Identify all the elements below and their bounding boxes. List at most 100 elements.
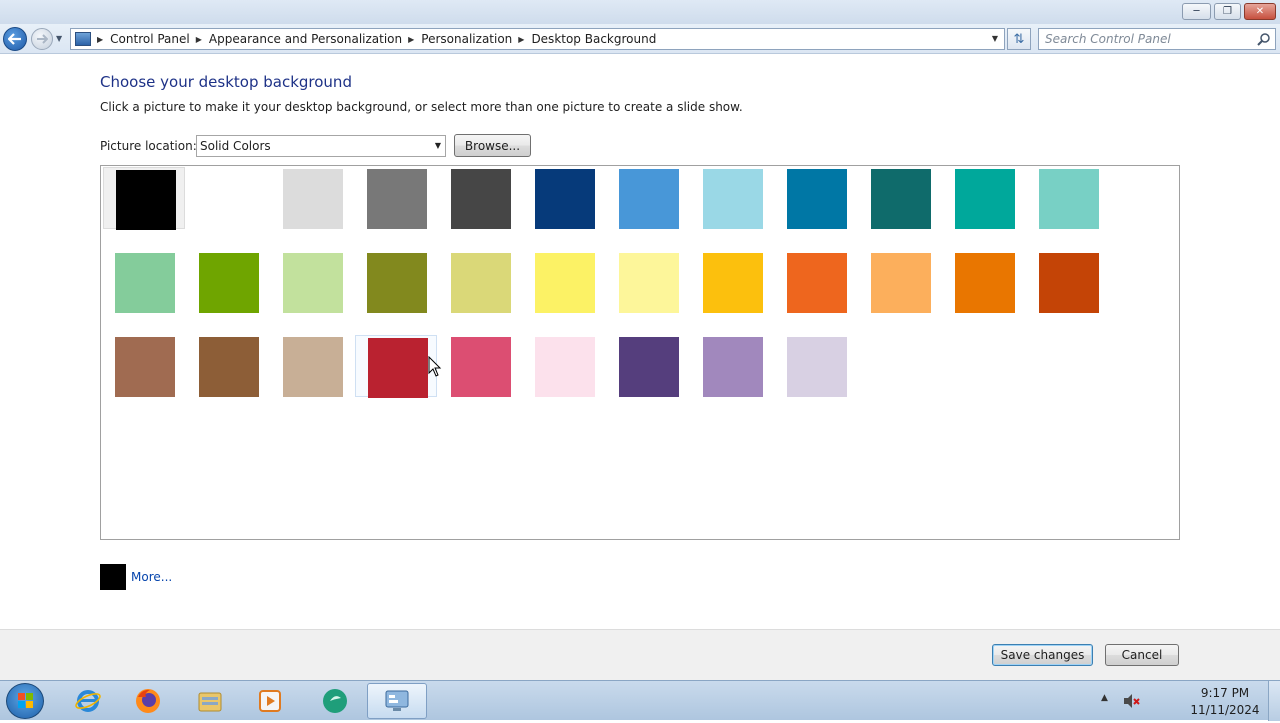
more-colors-link[interactable]: More... [131,570,172,584]
breadcrumb-personalization[interactable]: Personalization [421,32,512,46]
color-swatch[interactable] [115,337,175,397]
clock-date[interactable]: 11/11/2024 [1180,703,1270,717]
color-swatch-item[interactable] [607,251,689,313]
address-dropdown-icon[interactable]: ▼ [992,34,998,43]
breadcrumb-control-panel[interactable]: Control Panel [110,32,190,46]
color-swatch-item[interactable] [187,167,269,229]
chevron-right-icon[interactable]: ▶ [518,35,524,44]
color-swatch-item[interactable] [103,251,185,313]
color-swatch[interactable] [283,253,343,313]
close-button[interactable]: ✕ [1244,3,1276,20]
color-swatch[interactable] [787,337,847,397]
color-swatch-item[interactable] [859,251,941,313]
color-swatch[interactable] [535,337,595,397]
color-swatch[interactable] [451,253,511,313]
color-swatch-item[interactable] [439,335,521,397]
color-swatch[interactable] [283,169,343,229]
volume-muted-icon[interactable] [1122,693,1140,709]
color-swatch-item[interactable] [187,251,269,313]
color-swatch-item[interactable] [355,251,437,313]
current-color-preview[interactable] [100,564,126,590]
color-swatch[interactable] [1039,253,1099,313]
chevron-right-icon[interactable]: ▶ [408,35,414,44]
color-swatch-item[interactable] [775,335,857,397]
maximize-button[interactable]: ❐ [1214,3,1241,20]
back-button[interactable] [3,27,27,51]
color-swatch-item[interactable] [523,167,605,229]
color-swatch-item[interactable] [187,335,269,397]
chevron-right-icon[interactable]: ▶ [196,35,202,44]
search-box[interactable] [1038,28,1276,50]
show-hidden-icons-button[interactable]: ▲ [1101,693,1108,703]
color-swatch-item[interactable] [103,335,185,397]
color-swatch[interactable] [116,170,176,230]
color-swatch[interactable] [115,253,175,313]
address-bar[interactable]: ▶ Control Panel ▶ Appearance and Persona… [70,28,1005,50]
color-swatch-item[interactable] [775,167,857,229]
color-swatch[interactable] [283,337,343,397]
color-swatch[interactable] [199,169,259,229]
color-swatch[interactable] [619,337,679,397]
color-swatch-item[interactable] [859,167,941,229]
color-swatch[interactable] [367,253,427,313]
color-swatch[interactable] [368,338,428,398]
recent-pages-dropdown-icon[interactable]: ▼ [56,34,62,43]
color-swatch[interactable] [199,253,259,313]
color-swatch-item[interactable] [1027,167,1109,229]
taskbar-firefox[interactable] [118,683,178,719]
color-swatch-item[interactable] [271,167,353,229]
color-swatch[interactable] [619,253,679,313]
color-swatch[interactable] [703,337,763,397]
search-icon[interactable] [1257,32,1271,46]
color-swatch[interactable] [955,169,1015,229]
minimize-button[interactable]: ─ [1182,3,1211,20]
color-swatch[interactable] [619,169,679,229]
color-swatch[interactable] [871,253,931,313]
start-button[interactable] [6,683,44,719]
breadcrumb-appearance[interactable]: Appearance and Personalization [209,32,402,46]
browse-button[interactable]: Browse... [454,134,531,157]
color-swatch[interactable] [367,169,427,229]
color-swatch[interactable] [199,337,259,397]
search-input[interactable] [1039,29,1249,49]
color-swatch[interactable] [535,169,595,229]
color-swatch-item[interactable] [943,167,1025,229]
color-swatch[interactable] [703,169,763,229]
color-swatch-item[interactable] [523,335,605,397]
color-swatch-item[interactable] [943,251,1025,313]
color-swatch[interactable] [787,169,847,229]
color-swatch-item[interactable] [691,167,773,229]
color-swatch-item[interactable] [1027,251,1109,313]
cancel-button[interactable]: Cancel [1105,644,1179,666]
color-swatch-item[interactable] [271,335,353,397]
color-swatch[interactable] [871,169,931,229]
taskbar-internet-explorer[interactable] [58,683,118,719]
color-swatch[interactable] [955,253,1015,313]
color-swatch-item[interactable] [355,167,437,229]
color-swatch-item[interactable] [103,167,185,230]
color-swatch[interactable] [451,169,511,229]
color-swatch[interactable] [451,337,511,397]
color-swatch-item[interactable] [607,167,689,229]
color-swatch-item[interactable] [691,251,773,313]
color-swatch-item[interactable] [271,251,353,313]
color-swatch[interactable] [1039,169,1099,229]
breadcrumb-desktop-background[interactable]: Desktop Background [531,32,656,46]
color-swatch[interactable] [787,253,847,313]
clock-time[interactable]: 9:17 PM [1180,686,1270,700]
color-swatch[interactable] [535,253,595,313]
color-swatch-item[interactable] [523,251,605,313]
taskbar-file-explorer[interactable] [180,683,240,719]
refresh-button[interactable]: ⇅ [1007,28,1031,50]
show-desktop-button[interactable] [1268,681,1280,721]
taskbar-app-green[interactable] [305,683,365,719]
color-swatch-item[interactable] [607,335,689,397]
taskbar-media-player[interactable] [240,683,300,719]
color-swatch-item[interactable] [355,335,437,398]
save-changes-button[interactable]: Save changes [992,644,1093,666]
color-swatch-item[interactable] [439,251,521,313]
forward-button[interactable] [31,28,53,50]
picture-location-dropdown[interactable]: Solid Colors ▼ [196,135,446,157]
color-swatch-item[interactable] [775,251,857,313]
taskbar-control-panel[interactable] [367,683,427,719]
